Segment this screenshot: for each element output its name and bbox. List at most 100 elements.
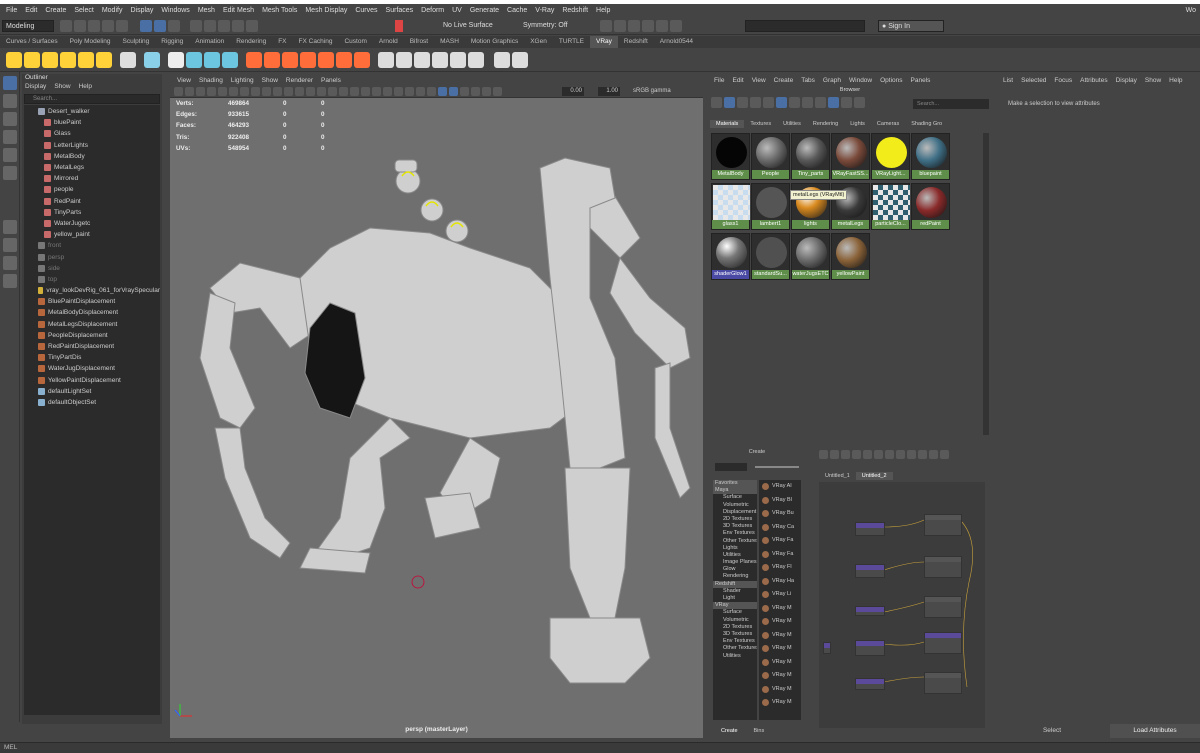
menu-item-mesh-display[interactable]: Mesh Display: [301, 7, 351, 14]
vray-ipr-icon[interactable]: [432, 51, 448, 68]
outliner-item[interactable]: YellowPaintDisplacement: [24, 375, 160, 386]
vray-sphere-light-icon[interactable]: [42, 51, 58, 68]
material-swatch[interactable]: waterJugsETC: [791, 233, 830, 280]
menu-item-help[interactable]: Help: [592, 7, 614, 14]
hypershade-icon[interactable]: [642, 20, 654, 32]
material-swatch[interactable]: shaderGlow1: [711, 233, 750, 280]
attribute-editor-menu-attributes[interactable]: Attributes: [1076, 76, 1111, 86]
hypershade-menu-window[interactable]: Window: [845, 76, 876, 86]
vray-scene-icon[interactable]: [204, 51, 220, 68]
command-search-field[interactable]: [745, 20, 865, 32]
viewport-tool-icon[interactable]: [361, 87, 370, 96]
vray-water-icon[interactable]: [186, 51, 202, 68]
vray-vfb-icon[interactable]: [396, 51, 412, 68]
create-list-item[interactable]: VRay M: [759, 629, 801, 643]
viewport-tool-icon[interactable]: [328, 87, 337, 96]
graph-node[interactable]: [924, 596, 962, 618]
outliner-item[interactable]: MetalBodyDisplacement: [24, 307, 160, 318]
viewport-tool-icon[interactable]: [251, 87, 260, 96]
browser-tool-icon[interactable]: [815, 97, 826, 108]
colorspace-dropdown[interactable]: sRGB gamma: [633, 87, 683, 96]
node-graph-canvas[interactable]: [819, 482, 985, 728]
vray-fur-icon[interactable]: [168, 51, 184, 68]
attribute-editor-menu-show[interactable]: Show: [1141, 76, 1165, 86]
redshift-icon[interactable]: [670, 20, 682, 32]
graph-node[interactable]: [924, 514, 962, 536]
menuset-dropdown[interactable]: Modeling: [2, 20, 54, 32]
graph-node[interactable]: [924, 632, 962, 654]
browser-tool-icon[interactable]: [711, 97, 722, 108]
create-list-item[interactable]: VRay M: [759, 683, 801, 697]
create-tree-item[interactable]: Light: [713, 595, 757, 602]
layout-icon[interactable]: [3, 256, 17, 270]
outliner-item[interactable]: TinyParts: [24, 207, 160, 218]
vray-icon[interactable]: [656, 20, 668, 32]
outliner-item[interactable]: persp: [24, 251, 160, 262]
single-view-icon[interactable]: [3, 220, 17, 234]
graph-node[interactable]: [855, 640, 885, 656]
viewport-tool-icon[interactable]: [482, 87, 491, 96]
select-object-icon[interactable]: [154, 20, 166, 32]
move-tool-icon[interactable]: [3, 130, 17, 144]
material-swatch[interactable]: bluepaint: [911, 133, 950, 180]
material-swatch[interactable]: standardSu...: [751, 233, 790, 280]
shelf-tab-redshift[interactable]: Redshift: [618, 36, 654, 48]
shelf-tab-motion-graphics[interactable]: Motion Graphics: [465, 36, 524, 48]
create-tree-item[interactable]: 3D Textures: [713, 523, 757, 530]
save-scene-icon[interactable]: [88, 20, 100, 32]
vray-sphere-fade-icon[interactable]: [336, 51, 352, 68]
graph-node[interactable]: [924, 556, 962, 578]
snap-point-icon[interactable]: [218, 20, 230, 32]
browser-tab-shading-gro[interactable]: Shading Gro: [905, 120, 948, 128]
snap-view-icon[interactable]: [232, 20, 244, 32]
create-tree-item[interactable]: Displacement: [713, 509, 757, 516]
outliner-item[interactable]: MetalBody: [24, 151, 160, 162]
browser-tool-icon[interactable]: [828, 97, 839, 108]
render-settings-icon[interactable]: [628, 20, 640, 32]
material-swatch[interactable]: MetalBody: [711, 133, 750, 180]
viewport-tool-icon[interactable]: [185, 87, 194, 96]
node-editor-tool-icon[interactable]: [863, 450, 872, 459]
shelf-tab-vray[interactable]: VRay: [590, 36, 618, 48]
create-tree-item[interactable]: Utilities: [713, 552, 757, 559]
outliner-search-input[interactable]: Search...: [24, 94, 160, 104]
viewport-tool-icon[interactable]: [394, 87, 403, 96]
vray-settings-icon[interactable]: [494, 51, 510, 68]
outliner-item[interactable]: side: [24, 263, 160, 274]
graph-node[interactable]: [855, 678, 885, 690]
viewport-tool-icon[interactable]: [317, 87, 326, 96]
vray-dome-light-icon[interactable]: [60, 51, 76, 68]
symmetry-dropdown[interactable]: Symmetry: Off: [520, 20, 580, 32]
shelf-tab-custom[interactable]: Custom: [338, 36, 372, 48]
undo-icon[interactable]: [102, 20, 114, 32]
menu-item-v-ray[interactable]: V-Ray: [531, 7, 558, 14]
browser-tool-icon[interactable]: [737, 97, 748, 108]
browser-tool-icon[interactable]: [763, 97, 774, 108]
create-tree-item[interactable]: Surface: [713, 494, 757, 501]
node-editor-tool-icon[interactable]: [830, 450, 839, 459]
graph-node[interactable]: [855, 606, 885, 616]
rotate-tool-icon[interactable]: [3, 148, 17, 162]
scale-tool-icon[interactable]: [3, 166, 17, 180]
create-tree-item[interactable]: Other Textures: [713, 645, 757, 652]
create-tree-item[interactable]: Surface: [713, 609, 757, 616]
viewport-menu-lighting[interactable]: Lighting: [227, 76, 258, 86]
shelf-tab-arnold[interactable]: Arnold: [373, 36, 404, 48]
outliner-menu-display[interactable]: Display: [25, 83, 46, 93]
snap-grid-icon[interactable]: [190, 20, 202, 32]
shelf-tab-bifrost[interactable]: Bifrost: [404, 36, 434, 48]
vray-displacement-icon[interactable]: [300, 51, 316, 68]
vray-sun-icon[interactable]: [6, 51, 22, 68]
viewport-tool-icon[interactable]: [416, 87, 425, 96]
attribute-editor-menu-display[interactable]: Display: [1112, 76, 1141, 86]
hypershade-menu-options[interactable]: Options: [876, 76, 906, 86]
viewport-tool-icon[interactable]: [218, 87, 227, 96]
create-slider[interactable]: [755, 466, 799, 468]
create-tree-item[interactable]: 2D Textures: [713, 516, 757, 523]
create-list-item[interactable]: VRay Bu: [759, 507, 801, 521]
menu-item-mesh[interactable]: Mesh: [194, 7, 219, 14]
viewport-tool-icon[interactable]: [339, 87, 348, 96]
menu-item-windows[interactable]: Windows: [157, 7, 193, 14]
snap-surface-icon[interactable]: [246, 20, 258, 32]
shelf-tab-fx[interactable]: FX: [272, 36, 292, 48]
